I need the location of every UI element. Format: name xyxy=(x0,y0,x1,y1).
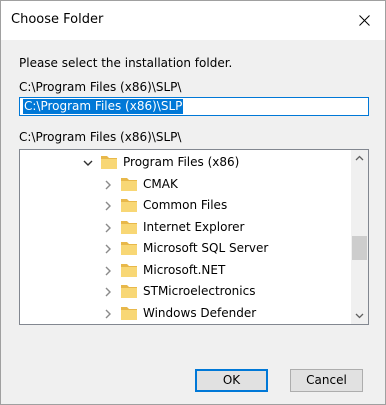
folder-icon xyxy=(121,199,137,212)
tree-item[interactable]: Microsoft.NET xyxy=(20,260,351,282)
chevron-right-icon[interactable] xyxy=(103,244,113,254)
tree-item-label: Microsoft SQL Server xyxy=(143,241,269,255)
tree-item-label: Windows Defender xyxy=(143,305,257,320)
chevron-right-icon[interactable] xyxy=(103,201,113,211)
folder-path-value: C:\Program Files (x86)\SLP xyxy=(23,99,184,114)
tree-item[interactable]: Windows Defender xyxy=(20,303,351,325)
close-icon xyxy=(359,15,370,26)
chevron-down-icon[interactable] xyxy=(83,158,93,168)
dialog-title: Choose Folder xyxy=(11,12,104,27)
tree-item[interactable]: Microsoft SQL Server xyxy=(20,238,351,260)
chevron-right-icon[interactable] xyxy=(103,287,113,297)
tree-item[interactable]: Common Files xyxy=(20,195,351,217)
chevron-right-icon[interactable] xyxy=(103,309,113,319)
chevron-right-icon[interactable] xyxy=(103,180,113,190)
tree-item[interactable]: Internet Explorer xyxy=(20,217,351,239)
tree-item-label: STMicroelectronics xyxy=(143,284,256,298)
folder-tree[interactable]: Program Files (x86) CMAK Common Files Inter… xyxy=(19,149,369,325)
tree-item-label: Internet Explorer xyxy=(143,219,245,234)
tree-item-label: CMAK xyxy=(143,176,178,191)
chevron-right-icon[interactable] xyxy=(103,223,113,233)
tree-item-label: Common Files xyxy=(143,198,228,212)
tree-path-label: C:\Program Files (x86)\SLP\ xyxy=(19,130,182,144)
title-bar: Choose Folder xyxy=(1,1,385,40)
tree-item-label: Microsoft.NET xyxy=(143,262,226,277)
folder-icon xyxy=(121,285,137,298)
folder-icon xyxy=(121,220,137,234)
instruction-text: Please select the installation folder. xyxy=(19,56,233,70)
scroll-up-button[interactable] xyxy=(351,150,368,167)
current-path-label: C:\Program Files (x86)\SLP\ xyxy=(19,80,182,94)
folder-icon xyxy=(121,242,137,255)
chevron-right-icon[interactable] xyxy=(103,266,113,276)
folder-icon xyxy=(121,263,137,277)
scroll-down-button[interactable] xyxy=(351,307,368,324)
choose-folder-dialog: Choose Folder Please select the installa… xyxy=(0,0,386,405)
ok-button[interactable]: OK xyxy=(195,369,268,392)
chevron-up-icon xyxy=(355,155,364,161)
folder-icon xyxy=(101,156,117,169)
tree-scrollbar[interactable] xyxy=(351,150,368,324)
scroll-thumb[interactable] xyxy=(352,236,367,260)
close-button[interactable] xyxy=(345,1,385,40)
tree-item-label: Program Files (x86) xyxy=(123,155,240,169)
tree-item[interactable]: CMAK xyxy=(20,174,351,196)
folder-path-input[interactable]: C:\Program Files (x86)\SLP xyxy=(19,97,369,116)
cancel-button[interactable]: Cancel xyxy=(290,369,363,392)
tree-item[interactable]: STMicroelectronics xyxy=(20,281,351,303)
folder-icon xyxy=(121,177,137,191)
folder-icon xyxy=(121,306,137,320)
chevron-down-icon xyxy=(355,313,364,319)
tree-item[interactable]: Program Files (x86) xyxy=(20,152,351,174)
